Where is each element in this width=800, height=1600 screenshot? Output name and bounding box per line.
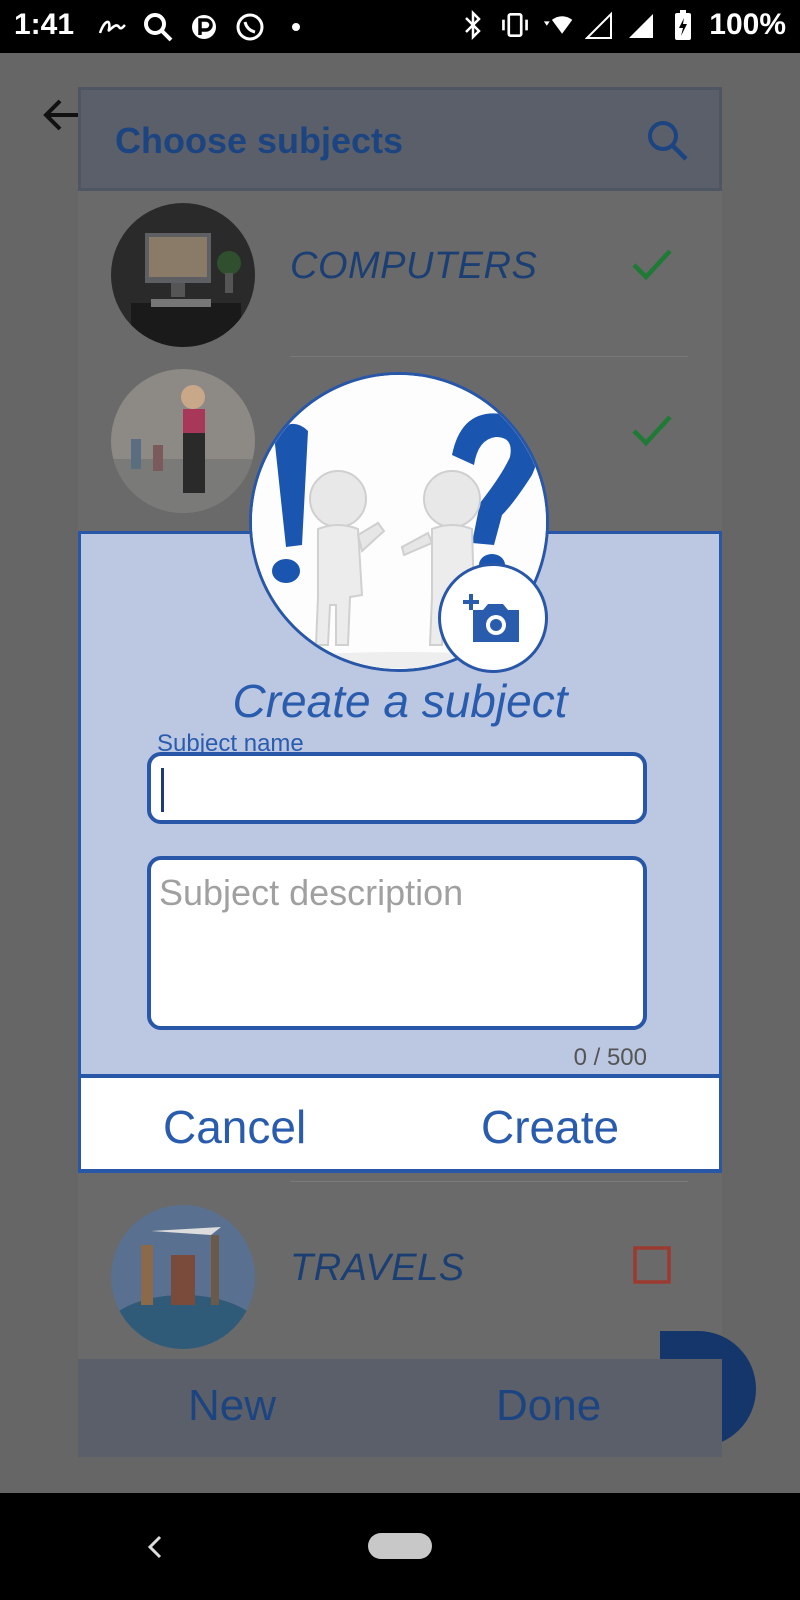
dialog-actions: Cancel Create	[78, 1074, 722, 1172]
search-icon[interactable]	[645, 118, 689, 162]
description-placeholder: Subject description	[159, 872, 464, 913]
done-button[interactable]: Done	[496, 1381, 601, 1431]
bluetooth-icon	[457, 8, 489, 42]
computers-thumbnail	[111, 203, 255, 347]
more-notifications-icon	[280, 10, 312, 44]
navigation-bar	[0, 1493, 800, 1600]
battery-level: 100%	[709, 8, 786, 41]
nav-home-button[interactable]	[368, 1533, 432, 1559]
subject-name-input[interactable]	[147, 752, 647, 824]
subject-label: COMPUTERS	[290, 245, 538, 287]
wifi-icon	[541, 8, 573, 42]
checkbox-empty-icon[interactable]	[630, 1243, 674, 1287]
character-counter: 0 / 500	[573, 1044, 647, 1071]
parking-app-icon	[188, 10, 220, 44]
app-bar-title: Choose subjects	[115, 120, 404, 161]
nav-back-icon[interactable]	[140, 1529, 170, 1565]
new-button[interactable]: New	[188, 1381, 276, 1431]
dialog-title: Create a subject	[232, 675, 568, 727]
add-photo-icon	[463, 594, 519, 642]
cancel-button[interactable]: Cancel	[163, 1100, 306, 1154]
bottom-bar: New Done	[78, 1359, 722, 1457]
subject-label: TRAVELS	[290, 1247, 465, 1289]
notification-icons	[96, 10, 312, 44]
signature-app-icon	[96, 10, 128, 44]
status-time: 1:41	[14, 8, 75, 41]
system-icons: 100%	[457, 8, 786, 42]
vibrate-icon	[499, 8, 531, 42]
fitness-thumbnail	[111, 369, 255, 513]
app-bar: Choose subjects	[78, 87, 722, 191]
check-icon[interactable]	[630, 407, 674, 451]
status-bar: 1:41 100%	[0, 0, 800, 53]
list-item[interactable]: COMPUTERS	[78, 191, 722, 357]
create-button[interactable]: Create	[481, 1100, 619, 1154]
whatsapp-icon	[234, 10, 266, 44]
check-icon[interactable]	[630, 241, 674, 285]
battery-charging-icon	[667, 8, 699, 42]
text-cursor	[161, 768, 164, 812]
signal-full-icon	[625, 8, 657, 42]
divider	[290, 1181, 688, 1182]
travels-thumbnail	[111, 1205, 255, 1349]
subject-description-input[interactable]: Subject description	[147, 856, 647, 1030]
list-item[interactable]: TRAVELS	[78, 1181, 722, 1359]
signal-empty-icon	[583, 8, 615, 42]
search-notification-icon	[142, 10, 174, 44]
add-photo-button[interactable]	[438, 563, 548, 673]
